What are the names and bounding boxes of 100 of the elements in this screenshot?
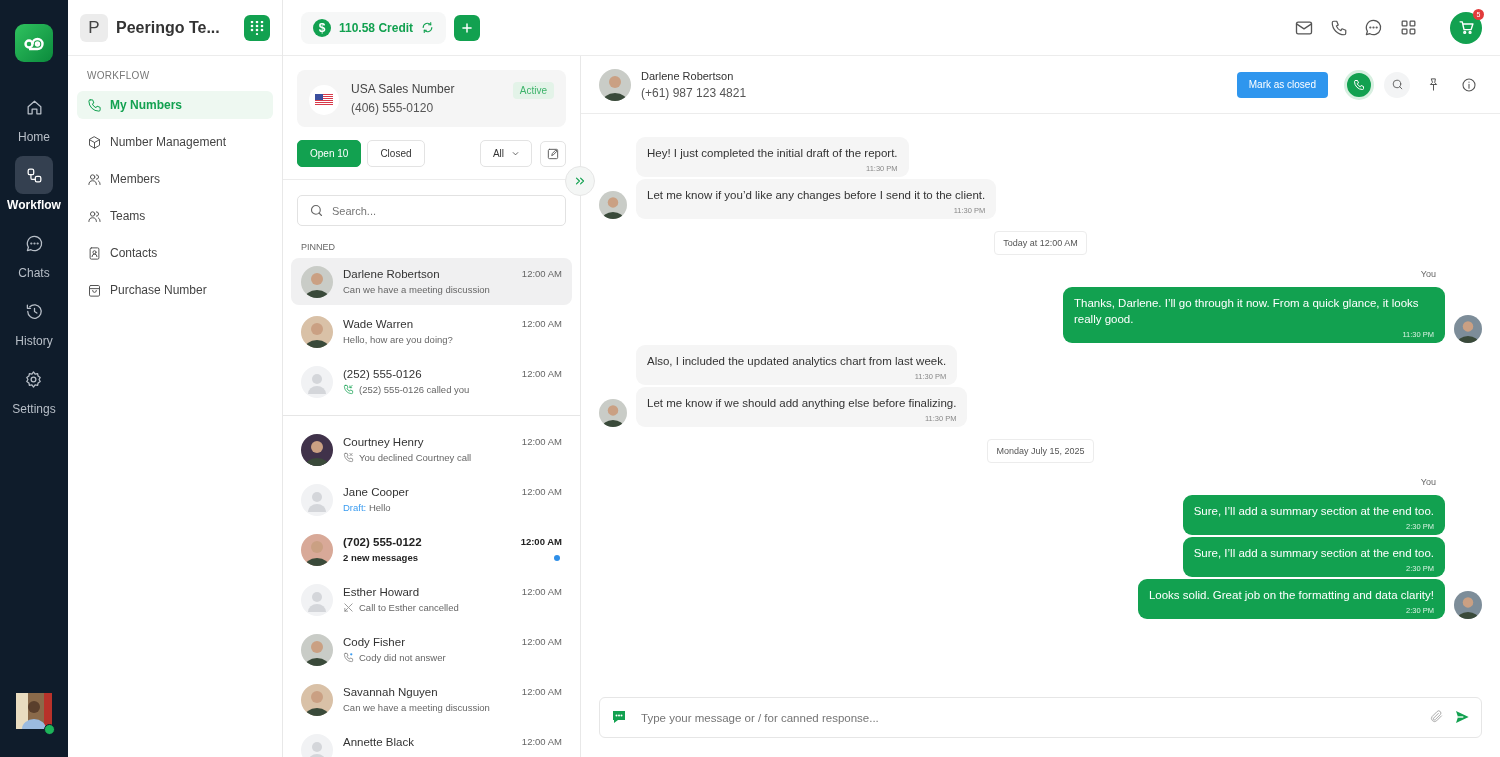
contact-name: Esther Howard [343, 585, 420, 598]
chat-bubble-icon [24, 233, 44, 253]
rail-item[interactable]: Workflow [7, 156, 61, 212]
message-time: 12:00 AM [521, 318, 562, 329]
call-button[interactable] [1344, 69, 1374, 100]
contact-card-icon [87, 245, 102, 261]
conversation-item[interactable]: Esther Howard 12:00 AM Call to Esther cancelled [291, 576, 572, 623]
declined-call-icon [343, 452, 354, 463]
people-icon [87, 171, 102, 187]
status-badge: Active [512, 82, 554, 99]
avatar [599, 68, 631, 101]
settings-icon [24, 369, 44, 389]
edit-icon [546, 146, 560, 161]
draft-preview: Draft: Hello [343, 502, 391, 513]
conversation-item[interactable]: (702) 555-0122 12:00 AM 2 new messages [291, 526, 572, 573]
message-preview: Call to Esther cancelled [359, 602, 459, 613]
info-icon [1461, 76, 1477, 93]
dialpad-icon [250, 20, 264, 35]
filter-dropdown[interactable]: All [479, 140, 532, 167]
add-button[interactable] [454, 14, 481, 41]
canned-response-icon [611, 709, 627, 725]
search-icon [1390, 78, 1404, 91]
nav-item[interactable]: Number Management [77, 128, 273, 156]
nav-item[interactable]: Purchase Number [77, 276, 273, 304]
contact-name: Darlene Robertson [343, 267, 440, 280]
message-input[interactable]: Type your message or / for canned response... [599, 697, 1482, 738]
phone-icon [87, 97, 102, 113]
workspace-name[interactable]: Peeringo Te... [116, 18, 236, 37]
dialpad-button[interactable] [244, 14, 270, 41]
message-preview: 2 new messages [343, 552, 418, 563]
search-field[interactable]: Search... [297, 195, 566, 226]
bag-icon [87, 282, 102, 298]
message-time: 12:00 AM [521, 636, 562, 647]
rail-item[interactable]: Chats [15, 224, 53, 280]
message-preview: (252) 555-0126 called you [359, 384, 470, 395]
conversation-item[interactable]: Darlene Robertson 12:00 AM Can we have a meeting discussion [291, 258, 572, 305]
conversation-item[interactable]: Cody Fisher 12:00 AM Cody did not answer [291, 626, 572, 673]
contact-name: Wade Warren [343, 317, 414, 330]
message-time: 12:00 AM [521, 686, 562, 697]
compose-button[interactable] [540, 140, 566, 167]
message-time: 12:00 AM [521, 586, 562, 597]
sender-label: You [1420, 269, 1436, 279]
message-preview: You declined Courtney call [359, 452, 472, 463]
message-time: 12:00 AM [521, 268, 562, 279]
conversation-item[interactable]: Courtney Henry 12:00 AM You declined Courtney call [291, 426, 572, 473]
rail-item[interactable]: Settings [12, 360, 56, 416]
message-preview: Hello, how are you doing? [343, 334, 453, 345]
filter-tab[interactable]: Closed [367, 140, 425, 167]
cancelled-call-icon [343, 602, 354, 613]
contact-name: (702) 555-0122 [343, 535, 422, 548]
paperclip-icon [1429, 709, 1444, 724]
search-button[interactable] [1384, 71, 1410, 98]
message-preview: Can we have a meeting discussion [343, 702, 490, 713]
user-avatar[interactable] [16, 693, 52, 729]
conversation-item[interactable]: Savannah Nguyen 12:00 AM Can we have a meeting discussion [291, 676, 572, 723]
phone-number: (+61) 987 123 4821 [641, 85, 748, 100]
cube-icon [87, 134, 102, 150]
chat-bubble-icon [1364, 18, 1383, 37]
send-icon [1454, 709, 1470, 725]
nav-item[interactable]: Teams [77, 202, 273, 230]
flag-icon [315, 94, 333, 106]
app-logo[interactable] [15, 24, 53, 62]
message-time: 12:00 AM [521, 368, 562, 379]
message-time: 12:00 AM [521, 486, 562, 497]
people-icon [87, 208, 102, 224]
message-time: 12:00 AM [521, 436, 562, 447]
contact-name: Darlene Robertson [641, 69, 735, 82]
phone-number: (406) 555-0120 [351, 101, 435, 115]
refresh-icon [421, 21, 435, 34]
section-label: WORKFLOW [87, 70, 151, 81]
search-icon [309, 203, 324, 218]
conversation-item[interactable]: Jane Cooper 12:00 AM Draft: Hello [291, 476, 572, 523]
conversation-item[interactable]: Annette Black 12:00 AM [291, 726, 572, 757]
section-label: PINNED [301, 242, 336, 252]
contact-name: Cody Fisher [343, 635, 405, 648]
conversation-item[interactable]: (252) 555-0126 12:00 AM (252) 555-0126 called you [291, 358, 572, 405]
contact-name: Jane Cooper [343, 485, 409, 498]
send-button[interactable] [1454, 709, 1470, 725]
rail-item[interactable]: Home [15, 88, 53, 144]
nav-item[interactable]: Members [77, 165, 273, 193]
expand-button[interactable] [565, 166, 595, 196]
number-name: USA Sales Number [351, 82, 456, 96]
plus-icon [460, 20, 475, 35]
message-time: 12:00 AM [520, 536, 562, 547]
grid-icon [1399, 18, 1418, 37]
phone-icon [1353, 78, 1365, 91]
incoming-call-icon [343, 384, 354, 395]
missed-call-icon [343, 652, 354, 663]
contact-name: Savannah Nguyen [343, 685, 438, 698]
contact-name: Annette Black [343, 735, 414, 748]
nav-item[interactable]: Contacts [77, 239, 273, 267]
credit-balance: $ 110.58 Credit [301, 11, 447, 44]
conversation-item[interactable]: Wade Warren 12:00 AM Hello, how are you doing? [291, 308, 572, 355]
number-card[interactable]: USA Sales Number (406) 555-0120 Active [297, 70, 566, 127]
workspace-avatar[interactable]: P [80, 13, 108, 42]
double-chevron-icon [573, 174, 587, 188]
rail-item[interactable]: History [15, 292, 53, 348]
message-time: 12:00 AM [521, 736, 562, 747]
sender-label: You [1420, 477, 1436, 487]
contact-name: Courtney Henry [343, 435, 424, 448]
